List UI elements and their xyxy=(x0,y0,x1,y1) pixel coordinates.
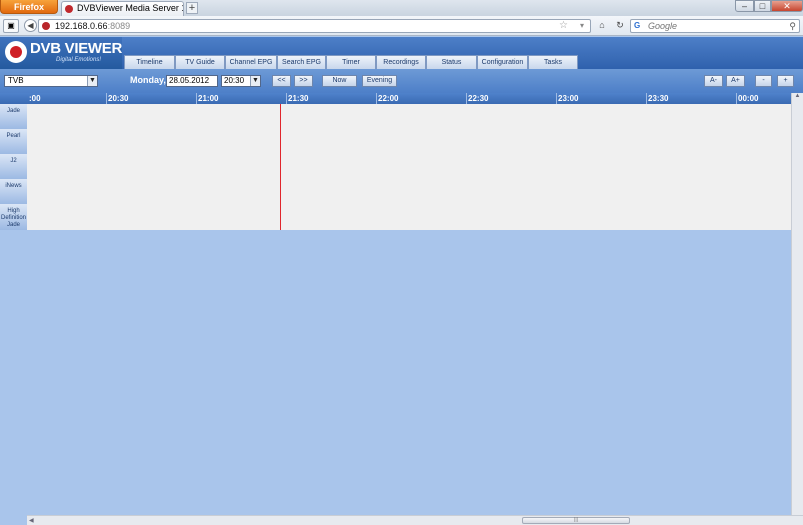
bookmark-star-icon[interactable]: ☆ xyxy=(559,20,568,32)
time-label: 00:00 xyxy=(738,94,759,103)
channel-timeline[interactable] xyxy=(27,204,791,230)
time-label: 21:30 xyxy=(288,94,309,103)
new-tab-button[interactable]: + xyxy=(186,2,198,14)
day-label: Monday, xyxy=(130,75,166,85)
time-tick xyxy=(736,93,737,104)
zoom-in-button[interactable]: + xyxy=(777,75,794,87)
time-label: 22:00 xyxy=(378,94,399,103)
channel-row: High Definition Jade xyxy=(0,204,791,230)
vertical-scrollbar[interactable]: ▲ xyxy=(791,93,803,515)
tab-configuration[interactable]: Configuration xyxy=(477,55,528,69)
chevron-down-icon[interactable]: ▼ xyxy=(250,76,260,86)
tab-title: DVBViewer Media Server 1.9.4.1... xyxy=(77,3,183,13)
channel-name[interactable]: Pearl xyxy=(0,129,27,154)
dvbviewer-logo-icon xyxy=(5,41,27,63)
timeline-header: :00 20:30 21:00 21:30 22:00 22:30 23:00 … xyxy=(0,93,791,104)
tab-search-epg[interactable]: Search EPG xyxy=(277,55,326,69)
chevron-down-icon[interactable]: ▼ xyxy=(87,76,97,86)
tab-timeline[interactable]: Timeline xyxy=(124,55,175,69)
channel-name[interactable]: High Definition Jade xyxy=(0,204,27,230)
window-maximize-button[interactable]: □ xyxy=(754,0,771,12)
now-button[interactable]: Now xyxy=(322,75,357,87)
channel-row: Pearl xyxy=(0,129,791,154)
home-icon[interactable]: ⌂ xyxy=(595,19,609,33)
font-larger-button[interactable]: A+ xyxy=(726,75,745,87)
scroll-up-arrow-icon[interactable]: ▲ xyxy=(792,93,803,103)
google-engine-icon[interactable]: G xyxy=(634,21,644,31)
time-tick xyxy=(556,93,557,104)
current-time-line xyxy=(280,104,281,230)
font-smaller-button[interactable]: A- xyxy=(704,75,723,87)
search-bar[interactable]: G ⚲ xyxy=(630,19,800,33)
channel-group-value: TVB xyxy=(8,76,24,85)
zoom-out-button[interactable]: - xyxy=(755,75,772,87)
channel-row: iNews xyxy=(0,179,791,204)
channel-timeline[interactable] xyxy=(27,179,791,204)
channel-timeline[interactable] xyxy=(27,104,791,129)
site-identity-icon xyxy=(42,22,50,30)
time-label: 21:00 xyxy=(198,94,219,103)
tab-timer[interactable]: Timer xyxy=(326,55,376,69)
time-label: 20:30 xyxy=(108,94,129,103)
tab-recordings[interactable]: Recordings xyxy=(376,55,426,69)
reload-icon[interactable]: ↻ xyxy=(613,19,627,33)
logo-text: DVB VIEWER xyxy=(30,40,123,57)
channel-timeline[interactable] xyxy=(27,154,791,179)
browser-tab[interactable]: DVBViewer Media Server 1.9.4.1... xyxy=(61,1,184,16)
evening-button[interactable]: Evening xyxy=(362,75,397,87)
tab-channel-epg[interactable]: Channel EPG xyxy=(225,55,277,69)
previous-button[interactable]: << xyxy=(272,75,291,87)
tab-tv-guide[interactable]: TV Guide xyxy=(175,55,225,69)
horizontal-scrollbar[interactable]: ◀ ||| xyxy=(27,515,803,525)
page-menu-icon[interactable]: ▣ xyxy=(3,19,19,33)
back-arrow-icon[interactable]: ◀ xyxy=(24,19,37,32)
browser-titlebar: Firefox DVBViewer Media Server 1.9.4.1..… xyxy=(0,0,803,16)
firefox-menu-button[interactable]: Firefox xyxy=(0,0,58,14)
logo-tagline: Digital Emotions! xyxy=(56,57,102,63)
scroll-left-arrow-icon[interactable]: ◀ xyxy=(29,517,34,524)
browser-navbar: ▣ ◀ 192.168.0.66:8089 ☆ ▾ ⌂ ↻ G ⚲ xyxy=(0,16,803,36)
time-tick xyxy=(196,93,197,104)
channel-timeline[interactable] xyxy=(27,129,791,154)
channel-name[interactable]: iNews xyxy=(0,179,27,204)
next-button[interactable]: >> xyxy=(294,75,313,87)
app-header: DVB VIEWER Digital Emotions! Timeline TV… xyxy=(0,37,803,69)
search-input[interactable] xyxy=(648,20,788,32)
window-minimize-button[interactable]: – xyxy=(735,0,754,12)
time-label: :00 xyxy=(29,94,41,103)
time-tick xyxy=(646,93,647,104)
time-label: 22:30 xyxy=(468,94,489,103)
timeline-grid: Jade Pearl J2 iNews High Definition Jade xyxy=(0,104,791,230)
search-magnifier-icon[interactable]: ⚲ xyxy=(789,20,796,32)
time-tick xyxy=(106,93,107,104)
tab-tasks[interactable]: Tasks xyxy=(528,55,578,69)
dvbviewer-logo: DVB VIEWER Digital Emotions! xyxy=(0,37,122,69)
channel-row: Jade xyxy=(0,104,791,129)
time-label: 23:00 xyxy=(558,94,579,103)
channel-group-select[interactable]: TVB ▼ xyxy=(4,75,98,87)
scrollbar-thumb[interactable]: ||| xyxy=(522,517,630,524)
time-select[interactable]: 20:30 ▼ xyxy=(221,75,261,87)
time-label: 23:30 xyxy=(648,94,669,103)
time-tick xyxy=(286,93,287,104)
channel-row: J2 xyxy=(0,154,791,179)
time-tick xyxy=(376,93,377,104)
timeline-toolbar: TVB ▼ Monday, 28.05.2012 20:30 ▼ << >> N… xyxy=(0,69,803,93)
time-value: 20:30 xyxy=(224,76,245,85)
url-bar[interactable]: 192.168.0.66:8089 ☆ ▾ xyxy=(38,19,591,33)
time-tick xyxy=(466,93,467,104)
url-dropdown-icon[interactable]: ▾ xyxy=(580,20,584,32)
tab-status[interactable]: Status xyxy=(426,55,477,69)
dvbviewer-favicon-icon xyxy=(65,5,73,13)
window-close-button[interactable]: ✕ xyxy=(771,0,803,12)
date-field[interactable]: 28.05.2012 xyxy=(166,75,218,87)
channel-name[interactable]: Jade xyxy=(0,104,27,129)
channel-name[interactable]: J2 xyxy=(0,154,27,179)
url-text: 192.168.0.66:8089 xyxy=(55,21,131,31)
